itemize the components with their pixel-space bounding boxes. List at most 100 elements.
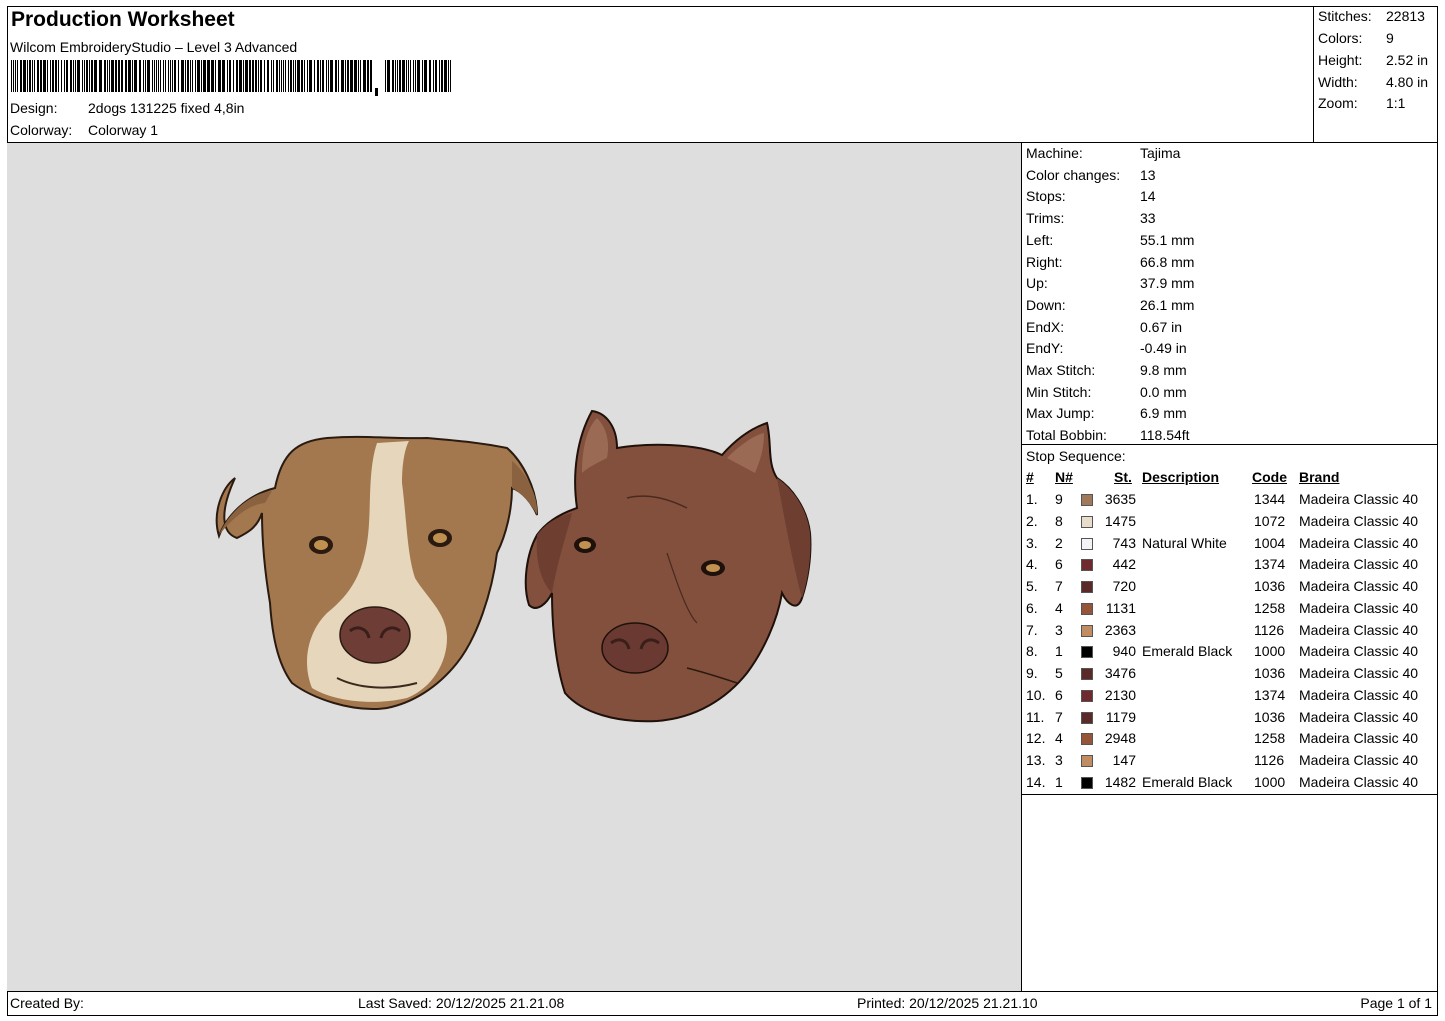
machine-info-row: Min Stitch: 0.0 mm	[1026, 384, 1187, 400]
machine-info-row: Down: 26.1 mm	[1026, 297, 1194, 313]
colorway-label: Colorway:	[10, 122, 73, 138]
machine-info-label: Stops:	[1026, 188, 1066, 205]
row-index: 12.	[1026, 730, 1046, 747]
machine-info-value: 0.67 in	[1140, 318, 1183, 335]
machine-info-row: EndX: 0.67 in	[1026, 319, 1182, 335]
table-row: 9. 5 3476 1036 Madeira Classic 40	[1022, 665, 1438, 687]
thread-description: Natural White	[1142, 534, 1227, 551]
machine-info-label: Max Stitch:	[1026, 362, 1096, 378]
needle-number: 5	[1055, 665, 1063, 681]
table-row: 5. 7 720 1036 Madeira Classic 40	[1022, 578, 1438, 600]
machine-info-label: Down:	[1026, 296, 1066, 313]
col-header-brand: Brand	[1299, 469, 1340, 485]
machine-info-row: Max Stitch: 9.8 mm	[1026, 362, 1187, 378]
thread-brand: Madeira Classic 40	[1299, 708, 1419, 725]
row-index: 4.	[1026, 556, 1038, 573]
stitch-count: 442	[1112, 556, 1136, 573]
stitch-count: 2363	[1104, 621, 1136, 638]
row-index: 9.	[1026, 665, 1038, 681]
machine-info-value: Tajima	[1140, 145, 1181, 161]
last-saved: Last Saved: 20/12/2025 21.21.08	[358, 995, 565, 1011]
needle-number: 3	[1055, 621, 1063, 638]
stitch-count: 2130	[1104, 686, 1136, 703]
thread-brand: Madeira Classic 40	[1299, 686, 1419, 703]
machine-info-label: Color changes:	[1026, 166, 1121, 183]
thread-code: 1374	[1254, 686, 1286, 703]
needle-number: 7	[1055, 578, 1063, 594]
stitch-count: 2948	[1104, 730, 1136, 747]
needle-number: 4	[1055, 599, 1063, 616]
thread-brand: Madeira Classic 40	[1299, 621, 1419, 638]
stitch-count: 720	[1112, 578, 1136, 594]
machine-info-row: EndY: -0.49 in	[1026, 340, 1187, 356]
left-dog	[215, 435, 538, 710]
machine-info-label: Min Stitch:	[1026, 383, 1092, 400]
machine-info-label: Max Jump:	[1026, 405, 1095, 422]
divider	[1022, 444, 1438, 445]
col-header-code: Code	[1252, 469, 1287, 485]
design-row: Design: 2dogs 131225 fixed 4,8in	[10, 100, 244, 116]
printed-date: Printed: 20/12/2025 21.21.10	[857, 995, 1038, 1011]
divider	[1022, 794, 1438, 795]
row-index: 14.	[1026, 773, 1046, 790]
page-number: Page 1 of 1	[1360, 995, 1432, 1011]
thread-code: 1000	[1254, 773, 1286, 790]
row-index: 5.	[1026, 578, 1038, 594]
stitch-count: 1482	[1104, 773, 1136, 790]
row-index: 6.	[1026, 599, 1038, 616]
worksheet-header: Production Worksheet Wilcom EmbroiderySt…	[7, 6, 1314, 143]
row-index: 10.	[1026, 686, 1046, 703]
thread-brand: Madeira Classic 40	[1299, 534, 1419, 551]
thread-code: 1126	[1254, 621, 1285, 638]
needle-number: 6	[1055, 556, 1063, 573]
created-by: Created By:	[10, 995, 84, 1011]
stat-colors: Colors: 9	[1318, 30, 1394, 46]
barcode	[11, 60, 451, 96]
thread-code: 1004	[1254, 534, 1286, 551]
machine-info-value: 33	[1140, 210, 1156, 227]
table-row: 1. 9 3635 1344 Madeira Classic 40	[1022, 491, 1438, 513]
thread-brand: Madeira Classic 40	[1299, 556, 1419, 573]
thread-brand: Madeira Classic 40	[1299, 752, 1419, 768]
machine-info-row: Color changes: 13	[1026, 167, 1156, 183]
machine-info-row: Total Bobbin: 118.54ft	[1026, 427, 1190, 443]
stitch-count: 3635	[1104, 491, 1136, 507]
right-dog	[524, 409, 812, 723]
stitch-count: 1179	[1105, 708, 1136, 725]
machine-info-row: Stops: 14	[1026, 188, 1156, 204]
row-index: 7.	[1026, 621, 1038, 638]
thread-brand: Madeira Classic 40	[1299, 578, 1419, 594]
barcode-graphic	[11, 60, 451, 96]
machine-info-row: Max Jump: 6.9 mm	[1026, 405, 1187, 421]
thread-code: 1072	[1254, 512, 1286, 529]
thread-code: 1344	[1254, 491, 1286, 507]
stat-stitches: Stitches: 22813	[1318, 8, 1425, 24]
table-row: 2. 8 1475 1072 Madeira Classic 40	[1022, 513, 1438, 535]
table-row: 11. 7 1179 1036 Madeira Classic 40	[1022, 709, 1438, 731]
thread-brand: Madeira Classic 40	[1299, 665, 1419, 681]
machine-info-value: 14	[1140, 188, 1156, 205]
design-value: 2dogs 131225 fixed 4,8in	[88, 100, 245, 116]
needle-number: 2	[1055, 534, 1063, 551]
design-preview	[7, 143, 1022, 992]
col-header-idx: #	[1026, 469, 1034, 485]
machine-info-row: Right: 66.8 mm	[1026, 254, 1194, 270]
machine-info-label: Machine:	[1026, 145, 1083, 161]
stitch-count: 1131	[1105, 599, 1136, 616]
dogs-embroidery-image	[215, 409, 812, 723]
thread-code: 1258	[1254, 730, 1286, 747]
machine-info-value: 6.9 mm	[1140, 405, 1187, 422]
table-row: 4. 6 442 1374 Madeira Classic 40	[1022, 556, 1438, 578]
thread-brand: Madeira Classic 40	[1299, 599, 1419, 616]
colorway-row: Colorway: Colorway 1	[10, 122, 158, 138]
machine-info-row: Trims: 33	[1026, 210, 1156, 226]
row-index: 13.	[1026, 752, 1046, 768]
row-index: 1.	[1026, 491, 1038, 507]
stitch-count: 743	[1112, 534, 1136, 551]
machine-info-row: Up: 37.9 mm	[1026, 275, 1194, 291]
stop-sequence-title: Stop Sequence:	[1026, 448, 1126, 464]
thread-code: 1036	[1254, 708, 1286, 725]
machine-info-value: 26.1 mm	[1140, 296, 1195, 313]
machine-info-value: -0.49 in	[1140, 340, 1187, 357]
needle-number: 6	[1055, 686, 1063, 703]
